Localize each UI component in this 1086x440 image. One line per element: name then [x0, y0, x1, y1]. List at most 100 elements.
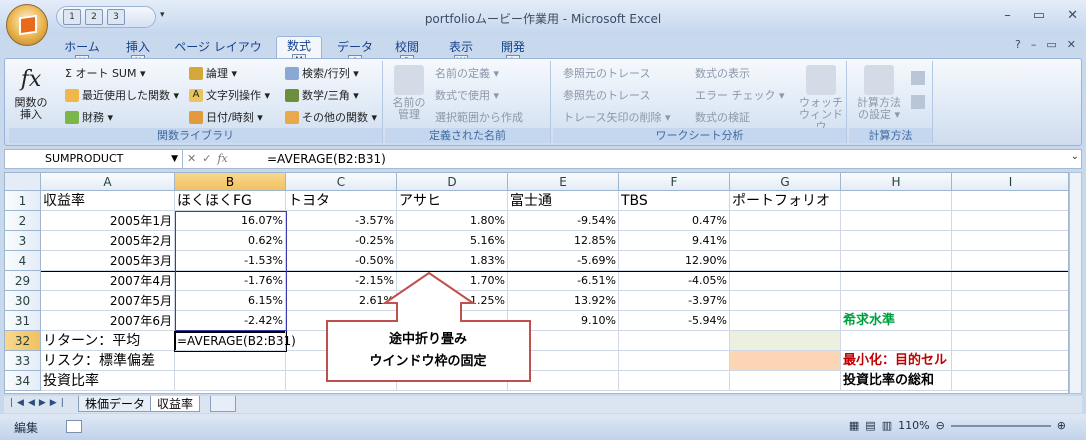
calc-options-button[interactable]: 計算方法の設定 ▾: [855, 65, 903, 121]
cell-i30[interactable]: [952, 291, 1068, 311]
define-name-button[interactable]: 名前の定義 ▾: [435, 65, 499, 81]
watch-window-button[interactable]: ウォッチ ウィンドウ: [799, 65, 843, 133]
recent-functions-button[interactable]: 最近使用した関数 ▾: [65, 87, 179, 103]
cell-i2[interactable]: [952, 211, 1068, 231]
page-layout-view-icon[interactable]: ▤: [865, 419, 875, 432]
cell-f34[interactable]: [619, 371, 730, 391]
cell-e4[interactable]: -5.69%: [508, 251, 619, 271]
cell-g32[interactable]: [730, 331, 841, 351]
cell-b34[interactable]: [175, 371, 286, 391]
evaluate-formula-button[interactable]: 数式の検証: [695, 109, 750, 125]
row-header-4[interactable]: 4: [5, 251, 41, 271]
cell-c2[interactable]: -3.57%: [286, 211, 397, 231]
math-button[interactable]: 数学/三角 ▾: [285, 87, 359, 103]
cell-d2[interactable]: 1.80%: [397, 211, 508, 231]
cell-i32[interactable]: [952, 331, 1068, 351]
office-button[interactable]: [6, 4, 48, 46]
vertical-scrollbar[interactable]: [1069, 172, 1082, 394]
insert-sheet-icon[interactable]: [210, 396, 236, 412]
select-all-corner[interactable]: [5, 173, 41, 191]
cell-b31[interactable]: -2.42%: [175, 311, 286, 331]
cell-c3[interactable]: -0.25%: [286, 231, 397, 251]
ribbon-close-icon[interactable]: ✕: [1067, 38, 1076, 51]
cell-a33[interactable]: リスク：標準偏差: [41, 351, 175, 371]
cell-g1[interactable]: ポートフォリオ: [730, 191, 841, 211]
cell-h29[interactable]: [841, 271, 952, 291]
trace-dependents-button[interactable]: 参照先のトレース: [563, 87, 650, 103]
calc-sheet-icon[interactable]: [911, 95, 925, 109]
cell-a30[interactable]: 2007年5月: [41, 291, 175, 311]
cell-f1[interactable]: TBS: [619, 191, 730, 211]
remove-arrows-button[interactable]: トレース矢印の削除 ▾: [563, 109, 670, 125]
cell-d1[interactable]: アサヒ: [397, 191, 508, 211]
zoom-in-icon[interactable]: ⊕: [1057, 419, 1066, 432]
cancel-icon[interactable]: ✕: [187, 151, 196, 167]
cell-f33[interactable]: [619, 351, 730, 371]
cell-i31[interactable]: [952, 311, 1068, 331]
name-box[interactable]: SUMPRODUCT ▼: [5, 150, 183, 168]
use-in-formula-button[interactable]: 数式で使用 ▾: [435, 87, 499, 103]
column-header-h[interactable]: H: [841, 173, 952, 191]
cell-h34[interactable]: 投資比率の総和: [841, 371, 952, 391]
cell-c4[interactable]: -0.50%: [286, 251, 397, 271]
cell-i34[interactable]: [952, 371, 1068, 391]
cell-e3[interactable]: 12.85%: [508, 231, 619, 251]
chevron-down-icon[interactable]: ▼: [171, 150, 178, 168]
cell-i33[interactable]: [952, 351, 1068, 371]
sheet-nav-arrows-icon[interactable]: |◀◀▶▶|: [10, 398, 68, 408]
datetime-button[interactable]: 日付/時刻 ▾: [189, 109, 263, 125]
cell-g34[interactable]: [730, 371, 841, 391]
expand-formula-bar-icon[interactable]: ⌄: [1071, 151, 1079, 162]
zoom-slider[interactable]: [950, 424, 1051, 427]
error-checking-button[interactable]: エラー チェック ▾: [695, 87, 785, 103]
column-header-g[interactable]: G: [730, 173, 841, 191]
cell-h2[interactable]: [841, 211, 952, 231]
autosum-button[interactable]: Σ オート SUM ▾: [65, 65, 146, 81]
cell-f29[interactable]: -4.05%: [619, 271, 730, 291]
cell-h30[interactable]: [841, 291, 952, 311]
row-header-34[interactable]: 34: [5, 371, 41, 391]
enter-check-icon[interactable]: ✓: [202, 151, 211, 167]
cell-f2[interactable]: 0.47%: [619, 211, 730, 231]
cell-a2[interactable]: 2005年1月: [41, 211, 175, 231]
cell-b30[interactable]: 6.15%: [175, 291, 286, 311]
cell-a31[interactable]: 2007年6月: [41, 311, 175, 331]
more-functions-button[interactable]: その他の関数 ▾: [285, 109, 377, 125]
column-header-f[interactable]: F: [619, 173, 730, 191]
zoom-out-icon[interactable]: ⊖: [936, 419, 945, 432]
cell-a3[interactable]: 2005年2月: [41, 231, 175, 251]
minimize-icon[interactable]: –: [1004, 8, 1011, 23]
cell-b4[interactable]: -1.53%: [175, 251, 286, 271]
cell-b2[interactable]: 16.07%: [175, 211, 286, 231]
cell-h31[interactable]: 希求水準: [841, 311, 952, 331]
row-header-2[interactable]: 2: [5, 211, 41, 231]
column-header-d[interactable]: D: [397, 173, 508, 191]
cell-b33[interactable]: [175, 351, 286, 371]
cell-g4[interactable]: [730, 251, 841, 271]
cell-i29[interactable]: [952, 271, 1068, 291]
cell-h1[interactable]: [841, 191, 952, 211]
cell-g2[interactable]: [730, 211, 841, 231]
cell-c1[interactable]: トヨタ: [286, 191, 397, 211]
sheet-tab-stock-data[interactable]: 株価データ: [78, 396, 153, 412]
lookup-button[interactable]: 検索/行列 ▾: [285, 65, 359, 81]
cell-f30[interactable]: -3.97%: [619, 291, 730, 311]
row-header-32[interactable]: 32: [5, 331, 41, 351]
row-header-30[interactable]: 30: [5, 291, 41, 311]
normal-view-icon[interactable]: ▦: [849, 419, 859, 432]
formula-input[interactable]: =AVERAGE(B2:B31): [267, 150, 386, 168]
logical-button[interactable]: 論理 ▾: [189, 65, 237, 81]
cell-e1[interactable]: 富士通: [508, 191, 619, 211]
cell-h32[interactable]: [841, 331, 952, 351]
financial-button[interactable]: 財務 ▾: [65, 109, 113, 125]
cell-a32[interactable]: リターン：平均: [41, 331, 175, 351]
trace-precedents-button[interactable]: 参照元のトレース: [563, 65, 650, 81]
cell-b3[interactable]: 0.62%: [175, 231, 286, 251]
column-header-e[interactable]: E: [508, 173, 619, 191]
cell-h4[interactable]: [841, 251, 952, 271]
calc-now-icon[interactable]: [911, 71, 925, 85]
worksheet-grid[interactable]: A B C D E F G H I 1 収益率 ほくほくFG トヨタ アサヒ 富士通 TBS ポートフォリオ 2 2…: [4, 172, 1069, 394]
row-header-3[interactable]: 3: [5, 231, 41, 251]
cell-i4[interactable]: [952, 251, 1068, 271]
show-formulas-button[interactable]: 数式の表示: [695, 65, 750, 81]
